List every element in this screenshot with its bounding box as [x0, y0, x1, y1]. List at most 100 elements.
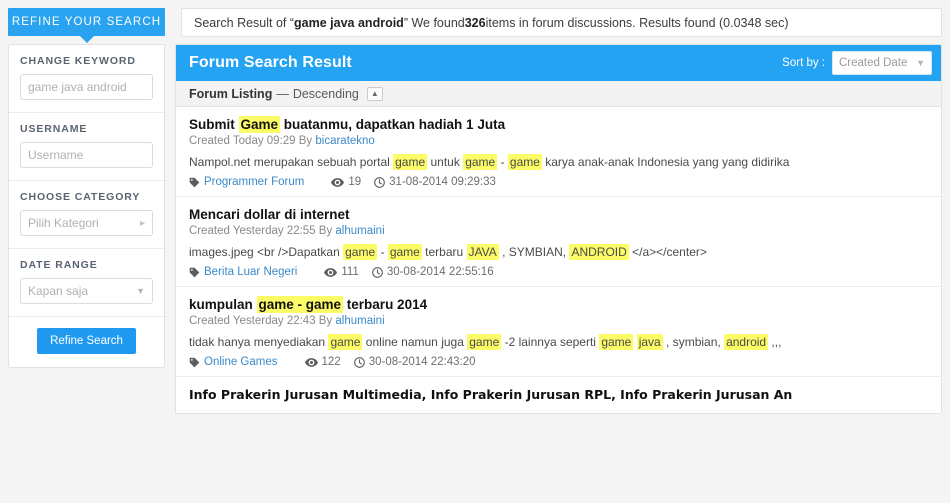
result-snippet-text: Nampol.net merupakan sebuah portal — [189, 155, 394, 169]
result-date-group: 30-08-2014 22:43:20 — [353, 356, 476, 368]
refine-tab-label: REFINE YOUR SEARCH — [11, 16, 162, 28]
result-category-group[interactable]: Programmer Forum — [189, 176, 318, 188]
filter-input-0[interactable] — [20, 74, 153, 100]
result-snippet-text: terbaru — [421, 245, 467, 259]
result-date: 30-08-2014 22:55:16 — [386, 266, 494, 278]
result-views-count: 122 — [321, 356, 341, 368]
results-panel-title: Forum Search Result — [189, 54, 352, 71]
result-snippet: Nampol.net merupakan sebuah portal game … — [189, 154, 928, 170]
result-title[interactable]: Info Prakerin Jurusan Multimedia, Info P… — [189, 386, 928, 403]
result-snippet-highlight: game — [463, 154, 498, 170]
filter-input-2[interactable]: ▸ — [20, 210, 153, 236]
result-snippet-highlight: JAVA — [466, 244, 499, 260]
filter-label: USERNAME — [20, 123, 88, 135]
sort-by-select[interactable]: Created Date ▼ — [832, 51, 932, 75]
result-snippet: images.jpeg <br />Dapatkan game - game t… — [189, 244, 928, 260]
result-snippet-text: karya anak-anak Indonesia yang yang didi… — [541, 155, 790, 169]
result-created-text: Created Yesterday 22:55 By — [189, 225, 336, 237]
result-list: Submit Game buatanmu, dapatkan hadiah 1 … — [176, 107, 941, 413]
result-title-highlight: Game — [238, 116, 281, 133]
result-item[interactable]: Mencari dollar di internet Created Yester… — [176, 197, 941, 287]
clock-icon — [374, 176, 385, 188]
result-title-highlight: game - game — [256, 296, 344, 313]
summary-count: 326 — [464, 15, 486, 30]
result-date: 30-08-2014 22:43:20 — [368, 356, 476, 368]
result-title-text: kumpulan — [189, 297, 257, 312]
listing-dash: — — [276, 86, 289, 101]
result-category-group[interactable]: Berita Luar Negeri — [189, 266, 311, 278]
result-title[interactable]: Mencari dollar di internet — [189, 206, 928, 223]
refine-button-row: Refine Search — [9, 317, 164, 367]
result-created-text: Created Yesterday 22:43 By — [189, 315, 336, 327]
result-views-group: 111 — [324, 266, 359, 278]
filter-block: USERNAME — [9, 113, 164, 181]
result-title[interactable]: kumpulan game - game terbaru 2014 — [189, 296, 928, 313]
summary-query: game java android — [294, 15, 404, 30]
clock-icon — [371, 266, 383, 278]
filter-label: CHOOSE CATEGORY — [20, 191, 141, 203]
result-snippet-highlight: game — [507, 154, 542, 170]
result-snippet-text: images.jpeg <br />Dapatkan — [189, 245, 344, 259]
filter-input-3[interactable]: ▼ — [20, 278, 153, 304]
chevron-up-icon: ▲ — [370, 89, 379, 98]
result-item[interactable]: Info Prakerin Jurusan Multimedia, Info P… — [176, 377, 941, 413]
clock-icon — [353, 356, 365, 368]
sort-by-label: Sort by : — [782, 57, 825, 69]
result-snippet-highlight: game — [343, 244, 378, 260]
filter-block: CHANGE KEYWORD — [9, 45, 164, 113]
result-title-text: terbaru 2014 — [343, 297, 428, 312]
top-bar: REFINE YOUR SEARCH Search Result of “gam… — [0, 0, 950, 44]
filter-label: CHANGE KEYWORD — [20, 55, 136, 67]
result-item[interactable]: kumpulan game - game terbaru 2014 Created… — [176, 287, 941, 377]
eye-icon — [331, 177, 345, 188]
filter-field-2[interactable] — [28, 216, 140, 230]
result-snippet-text: </a></center> — [628, 245, 707, 259]
result-created-text: Created Today 09:29 By — [189, 135, 316, 147]
result-snippet-highlight: game — [328, 334, 363, 350]
result-title[interactable]: Submit Game buatanmu, dapatkan hadiah 1 … — [189, 116, 928, 133]
filter-field-0[interactable] — [28, 80, 145, 94]
result-snippet-highlight: game — [467, 334, 502, 350]
summary-middle: ” We found — [403, 15, 465, 30]
result-snippet-highlight: game — [599, 334, 634, 350]
eye-icon — [324, 267, 338, 278]
result-views-group: 19 — [331, 176, 361, 188]
result-category-group[interactable]: Online Games — [189, 356, 292, 368]
result-author-link[interactable]: alhumaini — [335, 315, 384, 327]
filter-label: DATE RANGE — [20, 259, 98, 271]
result-snippet-text: - — [377, 245, 388, 259]
result-views-count: 111 — [341, 266, 359, 278]
forum-listing-bar: Forum Listing — Descending ▲ — [176, 81, 941, 107]
sort-direction-toggle[interactable]: ▲ — [366, 86, 383, 101]
tag-icon — [189, 357, 200, 368]
filter-field-3[interactable] — [28, 284, 137, 298]
result-snippet-highlight: ANDROID — [569, 244, 629, 260]
result-snippet-text: untuk — [427, 155, 464, 169]
result-date-group: 31-08-2014 09:29:33 — [374, 176, 496, 188]
result-category-link[interactable]: Programmer Forum — [204, 176, 304, 188]
result-date: 31-08-2014 09:29:33 — [389, 176, 496, 188]
result-title-text: Submit — [189, 117, 239, 132]
result-meta: Programmer Forum 19 31-08-2014 09:29:33 — [189, 176, 928, 188]
result-author-link[interactable]: alhumaini — [335, 225, 384, 237]
result-snippet-text: - — [497, 155, 508, 169]
result-snippet-text: -2 lainnya seperti — [501, 335, 600, 349]
eye-icon — [304, 357, 318, 368]
result-category-link[interactable]: Berita Luar Negeri — [204, 266, 297, 278]
result-snippet-text: , SYMBIAN, — [498, 245, 570, 259]
listing-order: Descending — [292, 86, 359, 101]
filter-block: DATE RANGE ▼ — [9, 249, 164, 317]
result-snippet-text: tidak hanya menyediakan — [189, 335, 329, 349]
filter-field-1[interactable] — [28, 148, 145, 162]
refine-search-button[interactable]: Refine Search — [37, 328, 136, 354]
refine-your-search-tab[interactable]: REFINE YOUR SEARCH — [8, 8, 165, 43]
result-category-link[interactable]: Online Games — [204, 356, 278, 368]
caret-right-icon: ▸ — [139, 217, 145, 229]
result-author-link[interactable]: bicaratekno — [315, 135, 374, 147]
result-created-line: Created Yesterday 22:55 By alhumaini — [189, 225, 928, 237]
result-views-count: 19 — [348, 176, 362, 188]
result-item[interactable]: Submit Game buatanmu, dapatkan hadiah 1 … — [176, 107, 941, 197]
result-snippet-highlight: game — [393, 154, 428, 170]
sort-by-value: Created Date — [839, 57, 908, 69]
filter-input-1[interactable] — [20, 142, 153, 168]
